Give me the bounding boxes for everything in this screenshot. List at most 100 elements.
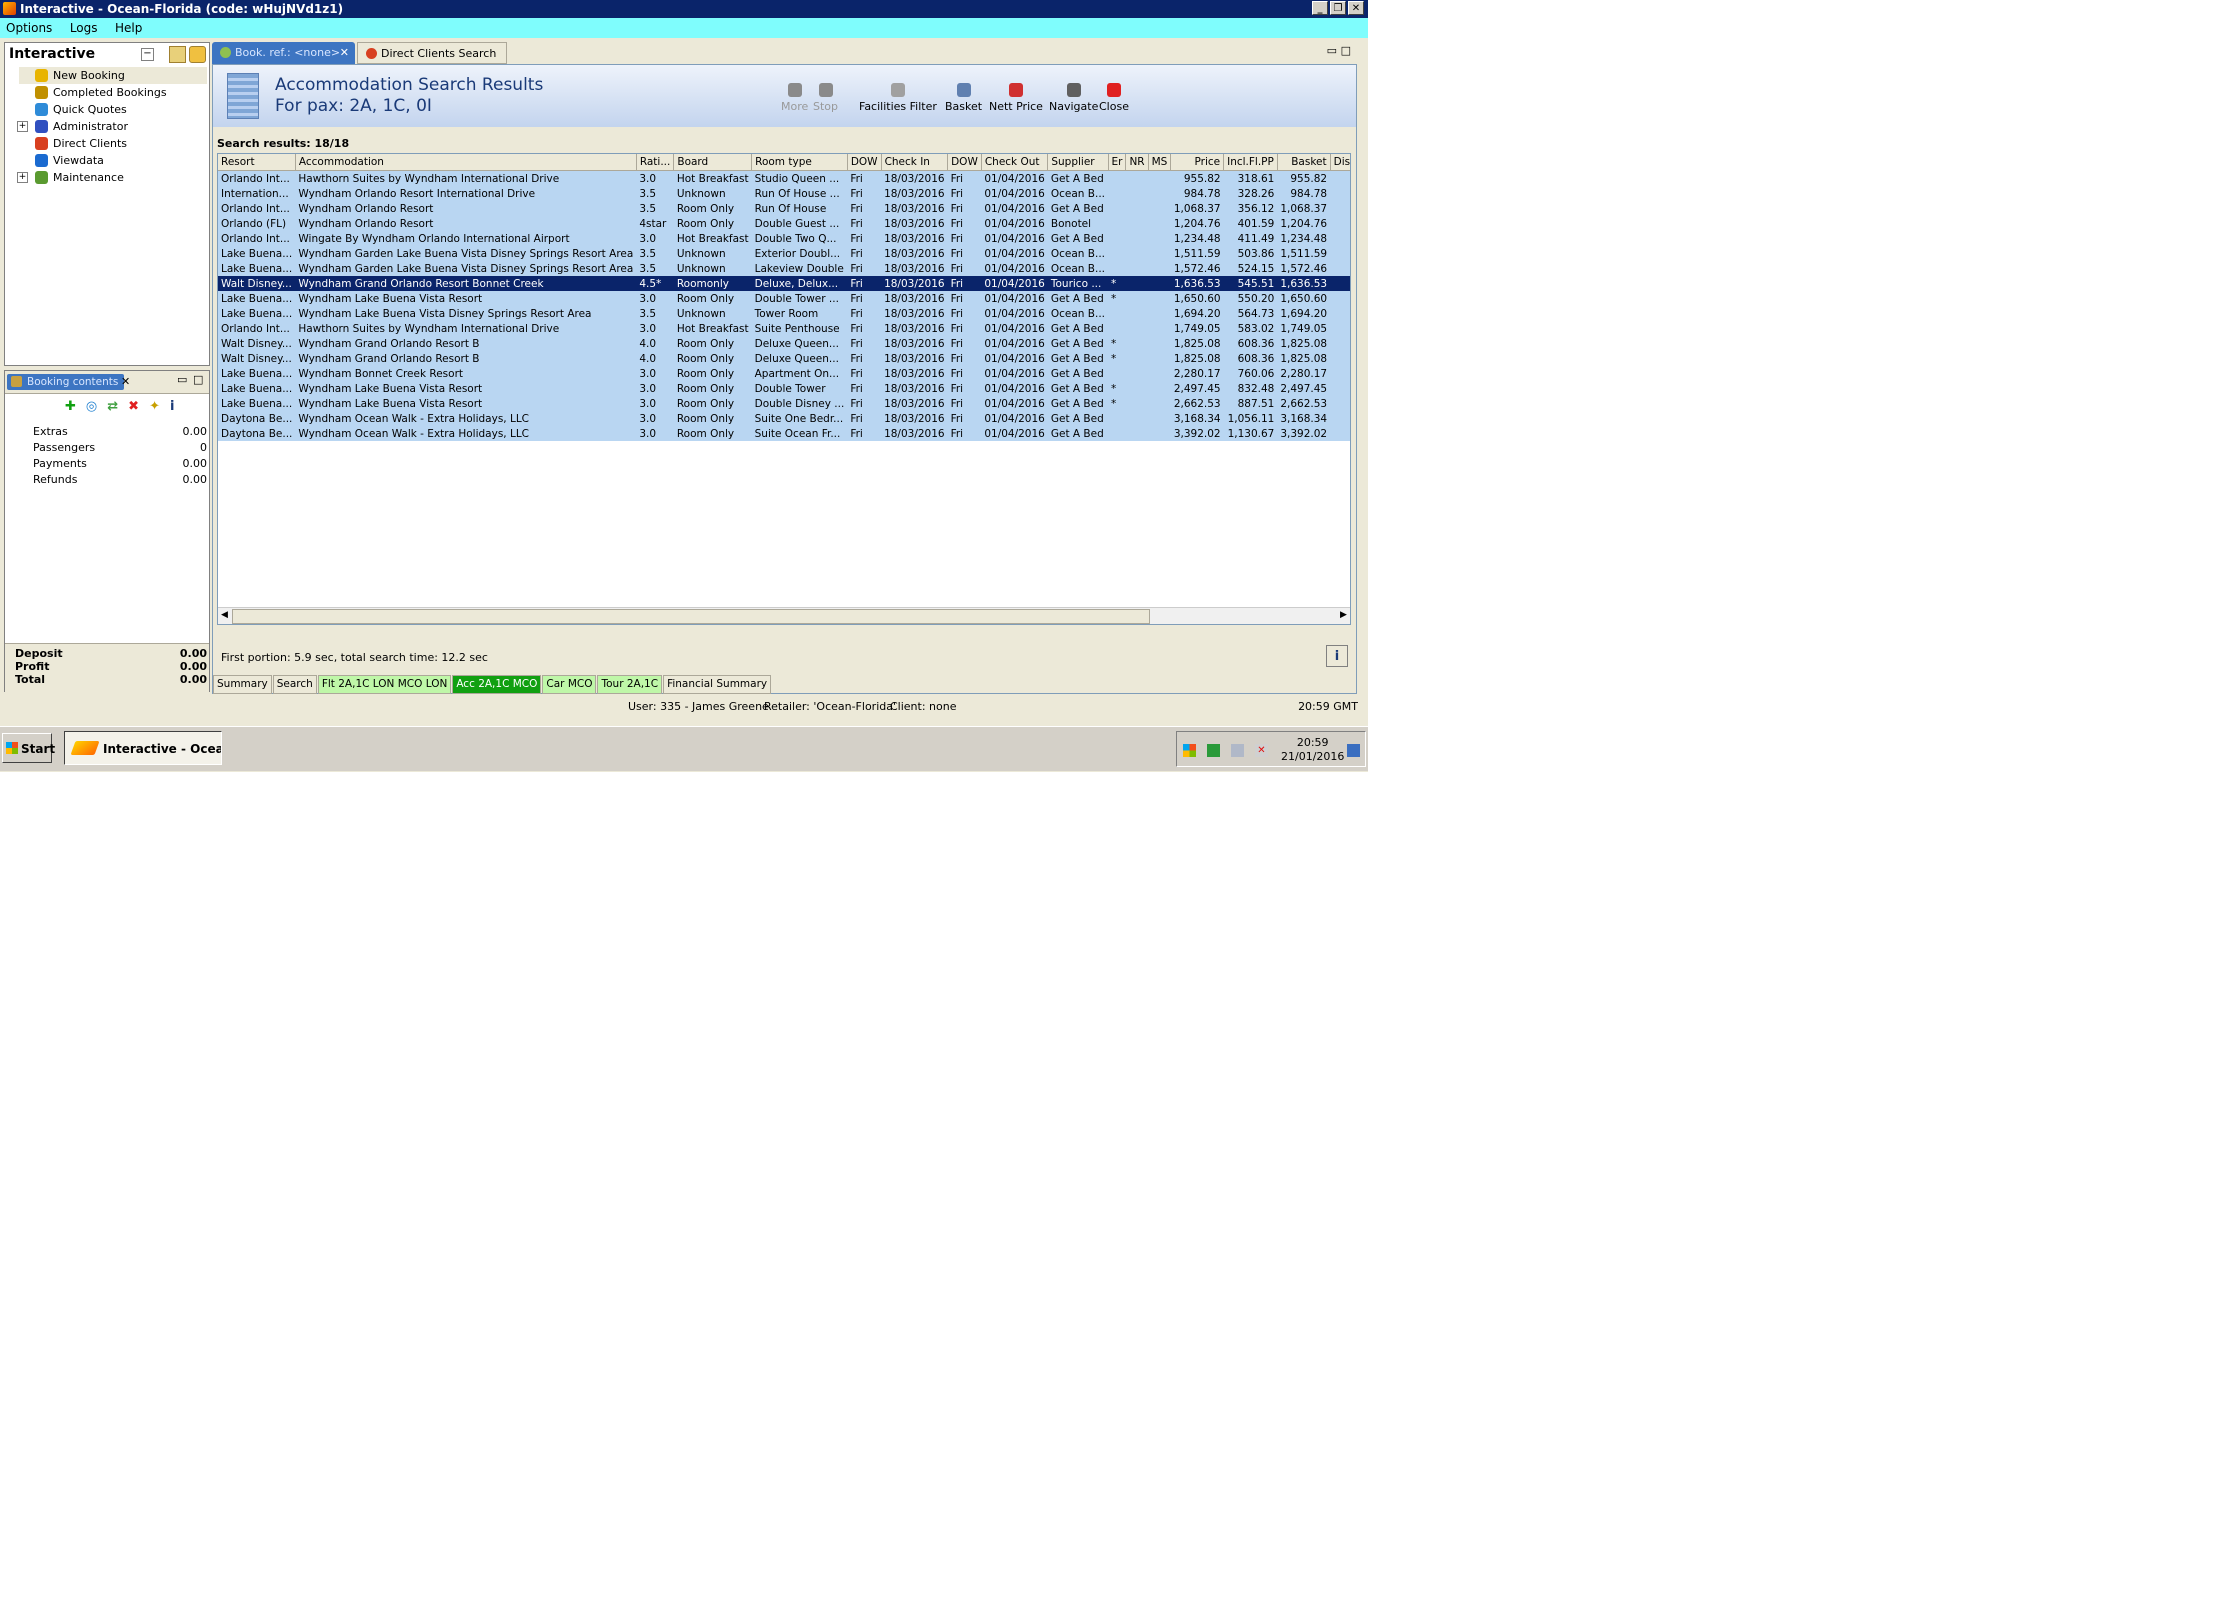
column-header[interactable]: Accommodation — [295, 154, 637, 171]
network-icon[interactable] — [1207, 744, 1220, 757]
toolbar-more-button[interactable]: More — [781, 83, 808, 113]
table-row[interactable]: Orlando Int... Hawthorn Suites by Wyndham… — [218, 321, 1350, 336]
table-row[interactable]: Walt Disney... Wyndham Grand Orlando Reso… — [218, 276, 1350, 291]
table-row[interactable]: Daytona Be... Wyndham Ocean Walk - Extra … — [218, 411, 1350, 426]
column-header[interactable]: Er — [1108, 154, 1127, 171]
column-header[interactable]: Room type — [751, 154, 848, 171]
close-window-button[interactable]: ✕ — [1348, 1, 1364, 15]
menu-options[interactable]: Options — [6, 21, 52, 35]
nav-item-completed-bookings[interactable]: Completed Bookings — [19, 84, 167, 101]
step-tab-summary[interactable]: Summary — [213, 675, 272, 694]
panel-minimize-icon[interactable]: ▭ — [177, 373, 187, 386]
results-grid[interactable]: Resort Accommodation Rati... Board Room type… — [217, 153, 1351, 625]
table-row[interactable]: Orlando (FL) Wyndham Orlando Resort 4star R… — [218, 216, 1350, 231]
column-header[interactable]: Basket — [1277, 154, 1331, 171]
table-row[interactable]: Internation... Wyndham Orlando Resort Int… — [218, 186, 1350, 201]
booking-contents-tab[interactable]: Booking contents — [7, 374, 125, 390]
volume-muted-icon[interactable]: ✕ — [1255, 744, 1268, 757]
nav-item-maintenance[interactable]: + Maintenance — [17, 169, 124, 186]
table-row[interactable]: Lake Buena... Wyndham Garden Lake Buena V… — [218, 246, 1350, 261]
table-row[interactable]: Orlando Int... Wyndham Orlando Resort 3.5 R… — [218, 201, 1350, 216]
delete-icon[interactable]: ✖ — [128, 399, 139, 414]
horizontal-scrollbar[interactable]: ◀ ▶ — [218, 607, 1350, 624]
dock-icon[interactable] — [169, 46, 186, 63]
table-row[interactable]: Orlando Int... Wingate By Wyndham Orlando… — [218, 231, 1350, 246]
booking-contents-close-icon[interactable]: ✕ — [121, 375, 130, 388]
column-header[interactable]: MS — [1148, 154, 1172, 171]
nav-item-new-booking[interactable]: New Booking — [19, 67, 207, 84]
show-desktop-icon[interactable] — [1347, 744, 1360, 757]
step-tab-acc-2a-1c-mco[interactable]: Acc 2A,1C MCO — [452, 675, 542, 694]
column-header[interactable]: DOW — [947, 154, 982, 171]
column-header[interactable]: Rati... — [636, 154, 675, 171]
toolbar-basket-button[interactable]: Basket — [945, 83, 982, 113]
scroll-right-icon[interactable]: ▶ — [1337, 609, 1350, 622]
table-row[interactable]: Lake Buena... Wyndham Garden Lake Buena V… — [218, 261, 1350, 276]
tabs-maximize-icon[interactable]: □ — [1341, 44, 1351, 57]
booking-row-value: 0 — [200, 441, 207, 454]
step-tab-financial-summary[interactable]: Financial Summary — [663, 675, 772, 694]
column-header[interactable]: Check Out — [981, 154, 1049, 171]
scroll-left-icon[interactable]: ◀ — [218, 609, 231, 622]
expand-icon[interactable]: + — [17, 121, 28, 132]
column-header[interactable]: Price — [1170, 154, 1225, 171]
menu-help[interactable]: Help — [115, 21, 142, 35]
toolbar-close-button[interactable]: Close — [1099, 83, 1129, 113]
pin-icon[interactable]: ✦ — [149, 399, 160, 414]
table-row[interactable]: Orlando Int... Hawthorn Suites by Wyndham… — [218, 170, 1350, 186]
minimize-button[interactable]: _ — [1312, 1, 1328, 15]
table-row[interactable]: Walt Disney... Wyndham Grand Orlando Reso… — [218, 351, 1350, 366]
column-header[interactable]: Incl.Fl.PP — [1223, 154, 1278, 171]
collapse-icon[interactable]: − — [141, 48, 154, 61]
nav-item-quick-quotes[interactable]: Quick Quotes — [19, 101, 127, 118]
column-header[interactable]: Dis — [1330, 154, 1350, 171]
step-tab-car-mco[interactable]: Car MCO — [542, 675, 597, 694]
nav-item-direct-clients[interactable]: Direct Clients — [19, 135, 127, 152]
table-row[interactable]: Walt Disney... Wyndham Grand Orlando Reso… — [218, 336, 1350, 351]
toolbar-navigate-button[interactable]: Navigate — [1049, 83, 1098, 113]
taskbar-app-button[interactable]: Interactive - Ocea... — [64, 731, 222, 765]
transfer-icon[interactable]: ⇄ — [107, 399, 118, 414]
tab-direct-clients-search[interactable]: Direct Clients Search — [357, 42, 507, 64]
tab-booking-ref[interactable]: Book. ref.: <none> ✕ — [212, 42, 355, 64]
tab-close-icon[interactable]: ✕ — [340, 42, 349, 64]
panel-maximize-icon[interactable]: □ — [193, 373, 203, 386]
display-icon[interactable] — [1231, 744, 1244, 757]
toolbar-facilities-filter-button[interactable]: Facilities Filter — [859, 83, 937, 113]
table-row[interactable]: Lake Buena... Wyndham Bonnet Creek Resort… — [218, 366, 1350, 381]
menu-logs[interactable]: Logs — [70, 21, 98, 35]
tabs-minimize-icon[interactable]: ▭ — [1327, 44, 1337, 57]
step-tab-flt-2a-1c-lon-mco-lon[interactable]: Flt 2A,1C LON MCO LON — [317, 675, 452, 694]
start-button[interactable]: Start — [2, 733, 55, 763]
settings-icon[interactable] — [189, 46, 206, 63]
table-row[interactable]: Lake Buena... Wyndham Lake Buena Vista Re… — [218, 396, 1350, 411]
table-cell: 2,662.53 — [1280, 397, 1328, 410]
column-header[interactable]: Supplier — [1047, 154, 1109, 171]
table-row[interactable]: Lake Buena... Wyndham Lake Buena Vista Re… — [218, 291, 1350, 306]
info-icon[interactable]: i — [170, 399, 174, 414]
column-header[interactable]: NR — [1125, 154, 1149, 171]
table-row[interactable]: Lake Buena... Wyndham Lake Buena Vista Re… — [218, 381, 1350, 396]
info-button[interactable]: i — [1326, 645, 1348, 667]
column-header[interactable]: DOW — [847, 154, 882, 171]
table-row[interactable]: Lake Buena... Wyndham Lake Buena Vista Di… — [218, 306, 1350, 321]
column-header[interactable]: Board — [673, 154, 753, 171]
refresh-icon[interactable]: ◎ — [86, 399, 97, 414]
quick-quotes-icon — [35, 103, 48, 116]
table-row[interactable]: Daytona Be... Wyndham Ocean Walk - Extra … — [218, 426, 1350, 441]
table-cell: Fri — [850, 277, 863, 290]
expand-icon[interactable]: + — [17, 172, 28, 183]
nav-item-viewdata[interactable]: Viewdata — [19, 152, 104, 169]
nav-item-administrator[interactable]: + Administrator — [17, 118, 128, 135]
toolbar-stop-button[interactable]: Stop — [813, 83, 838, 113]
action-center-icon[interactable] — [1183, 744, 1196, 757]
tray-clock[interactable]: 20:59 21/01/2016 — [1281, 736, 1344, 764]
column-header[interactable]: Resort — [218, 154, 296, 171]
restore-button[interactable]: ❐ — [1330, 1, 1346, 15]
column-header[interactable]: Check In — [881, 154, 949, 171]
add-icon[interactable]: ✚ — [65, 399, 76, 414]
step-tab-tour-2a-1c[interactable]: Tour 2A,1C — [597, 675, 663, 694]
scroll-thumb[interactable] — [232, 609, 1150, 624]
step-tab-search[interactable]: Search — [272, 675, 317, 694]
toolbar-nett-price-button[interactable]: Nett Price — [989, 83, 1043, 113]
